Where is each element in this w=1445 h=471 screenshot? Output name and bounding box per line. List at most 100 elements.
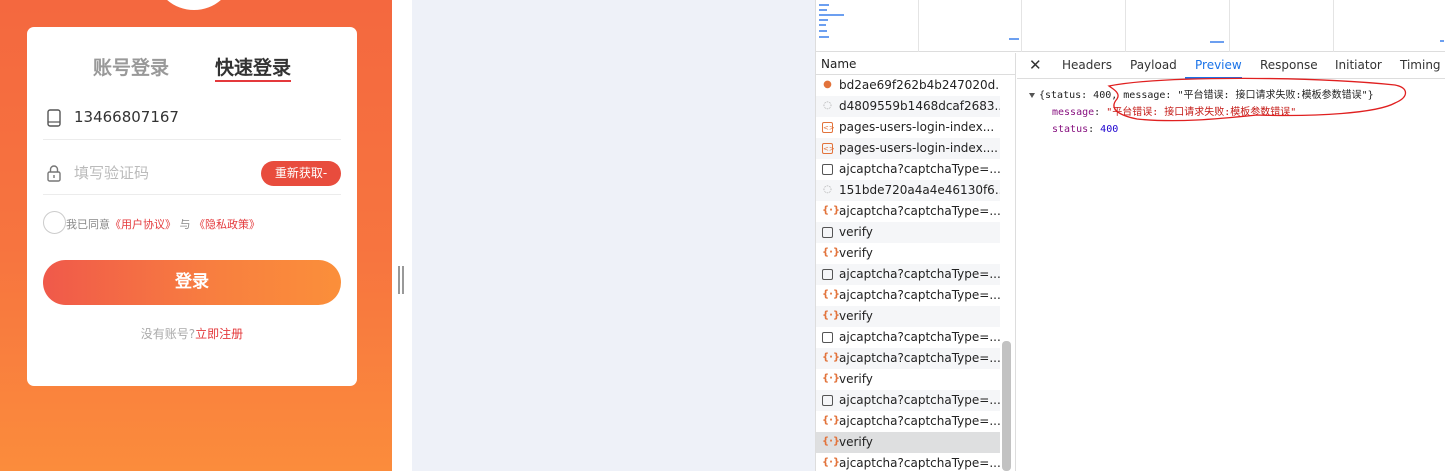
overview-bar bbox=[1210, 41, 1224, 43]
overview-bar bbox=[819, 9, 827, 11]
phone-value[interactable]: 13466807167 bbox=[74, 108, 179, 126]
request-row[interactable]: ◌ d4809559b1468dcaf2683... bbox=[816, 96, 1000, 117]
phone-icon bbox=[47, 109, 61, 127]
request-row[interactable]: {·} verify bbox=[816, 306, 1000, 327]
tab-payload[interactable]: Payload bbox=[1130, 58, 1177, 72]
request-name: bd2ae69f262b4b247020d... bbox=[839, 78, 1000, 92]
request-row[interactable]: <> pages-users-login-index.... bbox=[816, 138, 1000, 159]
verification-code-input[interactable] bbox=[74, 159, 254, 187]
xhr-icon: {·} bbox=[822, 247, 841, 258]
privacy-policy-link[interactable]: 《隐私政策》 bbox=[194, 218, 260, 231]
request-row[interactable]: {·} verify bbox=[816, 243, 1000, 264]
request-row[interactable]: <> pages-users-login-index... bbox=[816, 117, 1000, 138]
overview-bar bbox=[1440, 40, 1444, 42]
login-page-background: 账号登录 快速登录 13466807167 重新获取- bbox=[0, 0, 392, 471]
request-rows: ● bd2ae69f262b4b247020d... ◌ d4809559b1468d… bbox=[816, 75, 1000, 471]
summary-message: "平台错误: 接口请求失败:模板参数错误" bbox=[1177, 90, 1368, 101]
request-row[interactable]: ◌ 151bde720a4a4e46130f6... bbox=[816, 180, 1000, 201]
summary-open: {status: 400, message: bbox=[1039, 90, 1178, 101]
request-row[interactable]: {·} ajcaptcha?captchaType=... bbox=[816, 201, 1000, 222]
request-row[interactable]: {·} ajcaptcha?captchaType=... bbox=[816, 348, 1000, 369]
active-tab-underline bbox=[215, 80, 291, 82]
code-field: 重新获取- bbox=[43, 151, 341, 195]
agree-prefix: 我已同意 bbox=[66, 218, 110, 231]
request-list-scrollbar[interactable] bbox=[1002, 341, 1011, 471]
network-overview bbox=[816, 0, 1445, 52]
agree-radio[interactable] bbox=[43, 211, 66, 234]
phone-field[interactable]: 13466807167 bbox=[43, 96, 341, 140]
request-row[interactable]: {·} ajcaptcha?captchaType=... bbox=[816, 285, 1000, 306]
request-row[interactable]: ajcaptcha?captchaType=... bbox=[816, 159, 1000, 180]
tab-response[interactable]: Response bbox=[1260, 58, 1318, 72]
tab-quick-login[interactable]: 快速登录 bbox=[215, 53, 291, 80]
json-preview: {status: 400, message: "平台错误: 接口请求失败:模板参… bbox=[1029, 87, 1374, 138]
request-row[interactable]: {·} ajcaptcha?captchaType=... bbox=[816, 411, 1000, 432]
request-row[interactable]: ajcaptcha?captchaType=... bbox=[816, 390, 1000, 411]
xhr-icon: {·} bbox=[822, 205, 841, 216]
preview-status-row: status: 400 bbox=[1052, 124, 1119, 135]
overview-column bbox=[1022, 0, 1126, 52]
lock-icon bbox=[47, 165, 61, 182]
image-icon: ● bbox=[823, 79, 832, 90]
agreement-text: 我已同意《用户协议》 与 《隐私政策》 bbox=[66, 216, 260, 232]
request-list: Name ● bd2ae69f262b4b247020d... ◌ d4809559b… bbox=[816, 53, 1016, 471]
request-row[interactable]: verify bbox=[816, 222, 1000, 243]
request-name: ajcaptcha?captchaType=... bbox=[839, 162, 1000, 176]
generic-icon: ◌ bbox=[823, 100, 832, 111]
request-name: ajcaptcha?captchaType=... bbox=[839, 414, 1000, 428]
blank-pane bbox=[392, 0, 815, 471]
xhr-icon: {·} bbox=[822, 436, 841, 447]
overview-column bbox=[1334, 0, 1445, 52]
request-row[interactable]: ajcaptcha?captchaType=... bbox=[816, 264, 1000, 285]
request-row[interactable]: {·} verify bbox=[816, 432, 1000, 453]
request-row[interactable]: ajcaptcha?captchaType=... bbox=[816, 327, 1000, 348]
script-icon: <> bbox=[822, 143, 835, 154]
login-button[interactable]: 登录 bbox=[43, 260, 341, 305]
tab-timing[interactable]: Timing bbox=[1400, 58, 1441, 72]
xhr-icon: {·} bbox=[822, 310, 841, 321]
user-agreement-link[interactable]: 《用户协议》 bbox=[110, 218, 176, 231]
register-row: 没有账号?立即注册 bbox=[27, 325, 357, 342]
request-name: verify bbox=[839, 225, 873, 239]
request-name: ajcaptcha?captchaType=... bbox=[839, 330, 1000, 344]
screen: 账号登录 快速登录 13466807167 重新获取- bbox=[0, 0, 1445, 471]
document-icon bbox=[822, 269, 833, 280]
request-name: verify bbox=[839, 246, 873, 260]
tab-initiator[interactable]: Initiator bbox=[1335, 58, 1382, 72]
preview-summary[interactable]: {status: 400, message: "平台错误: 接口请求失败:模板参… bbox=[1029, 87, 1374, 104]
request-name: ajcaptcha?captchaType=... bbox=[839, 204, 1000, 218]
request-name: d4809559b1468dcaf2683... bbox=[839, 99, 1000, 113]
status-key: status bbox=[1052, 124, 1089, 135]
tab-password-login[interactable]: 账号登录 bbox=[93, 53, 169, 80]
login-card: 账号登录 快速登录 13466807167 重新获取- bbox=[27, 27, 357, 386]
script-icon: <> bbox=[822, 122, 835, 133]
tab-headers[interactable]: Headers bbox=[1062, 58, 1112, 72]
document-icon bbox=[822, 395, 833, 406]
name-column-header[interactable]: Name bbox=[816, 53, 1016, 75]
request-name: verify bbox=[839, 309, 873, 323]
xhr-icon: {·} bbox=[822, 415, 841, 426]
overview-column bbox=[1126, 0, 1230, 52]
register-link[interactable]: 立即注册 bbox=[195, 327, 243, 341]
request-detail: ✕ Headers Payload Preview Response Initi… bbox=[1017, 53, 1445, 471]
blank-pane-fill bbox=[412, 0, 815, 471]
request-name: verify bbox=[839, 372, 873, 386]
request-name: pages-users-login-index.... bbox=[839, 141, 998, 155]
document-icon bbox=[822, 164, 833, 175]
overview-bar bbox=[1009, 38, 1019, 40]
request-row[interactable]: ● bd2ae69f262b4b247020d... bbox=[816, 75, 1000, 96]
request-row[interactable]: {·} ajcaptcha?captchaType=... bbox=[816, 453, 1000, 471]
close-icon[interactable]: ✕ bbox=[1029, 56, 1042, 74]
summary-close: } bbox=[1367, 90, 1374, 101]
resend-code-button[interactable]: 重新获取- bbox=[261, 161, 341, 186]
request-row[interactable]: {·} verify bbox=[816, 369, 1000, 390]
message-value: "平台错误: 接口请求失败:模板参数错误" bbox=[1106, 107, 1297, 118]
active-tab-indicator bbox=[1185, 77, 1242, 79]
tab-preview[interactable]: Preview bbox=[1195, 58, 1242, 72]
expand-triangle-icon[interactable] bbox=[1029, 92, 1035, 98]
xhr-icon: {·} bbox=[822, 373, 841, 384]
overview-column bbox=[816, 0, 919, 52]
overview-bar bbox=[819, 24, 826, 26]
resize-handle[interactable] bbox=[398, 266, 404, 294]
overview-bar bbox=[819, 14, 844, 16]
